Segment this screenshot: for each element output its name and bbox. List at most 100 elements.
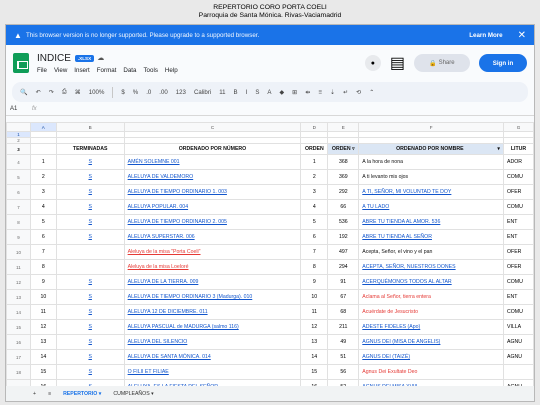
sign-in-button[interactable]: Sign in xyxy=(479,54,527,72)
terminada-cell[interactable]: S xyxy=(55,289,125,305)
order2-cell[interactable]: 66 xyxy=(327,199,360,215)
row-number-cell[interactable]: 2 xyxy=(29,169,57,185)
zoom-select[interactable]: 100% xyxy=(89,89,105,96)
row-header[interactable]: 11 xyxy=(6,259,31,275)
title-cell[interactable]: ALELUYA DE TIEMPO ORDINARIO 2. 005 xyxy=(123,214,302,230)
row-header[interactable]: 9 xyxy=(6,229,31,245)
order-cell[interactable]: 2 xyxy=(300,169,329,185)
select-all-corner[interactable] xyxy=(6,122,31,132)
name-cell[interactable]: ACERQUÉMONOS TODOS AL ALTAR xyxy=(358,274,504,290)
order2-cell[interactable]: 56 xyxy=(327,364,360,380)
order-cell[interactable]: 10 xyxy=(300,289,329,305)
name-cell[interactable]: A ti levanto mis ojos xyxy=(358,169,504,185)
liturgy-cell[interactable]: OFER xyxy=(503,244,534,260)
liturgy-cell[interactable]: OFER xyxy=(503,259,534,275)
align-icon[interactable]: ≡ xyxy=(318,89,322,96)
row-number-cell[interactable]: 4 xyxy=(29,199,57,215)
order-cell[interactable]: 13 xyxy=(300,334,329,350)
name-cell[interactable]: AGNUS DEI (MISA DE ANGELIS) xyxy=(358,334,504,350)
order-cell[interactable]: 4 xyxy=(300,199,329,215)
title-cell[interactable]: Aleluya de la misa "Porta Coeli" xyxy=(123,244,302,260)
order-cell[interactable]: 11 xyxy=(300,304,329,320)
menu-insert[interactable]: Insert xyxy=(74,67,89,74)
row-number-cell[interactable]: 5 xyxy=(29,214,57,230)
row-number-cell[interactable]: 3 xyxy=(29,184,57,200)
order-cell[interactable]: 3 xyxy=(300,184,329,200)
order2-cell[interactable]: 369 xyxy=(327,169,360,185)
order2-cell[interactable]: 368 xyxy=(327,154,360,170)
row-number-cell[interactable]: 7 xyxy=(29,244,57,260)
currency-button[interactable]: $ xyxy=(121,89,124,96)
row-header[interactable]: 18 xyxy=(6,364,31,380)
terminada-cell[interactable]: S xyxy=(55,304,125,320)
add-sheet-icon[interactable]: + xyxy=(33,391,36,397)
name-cell[interactable]: ACEPTA, SEÑOR, NUESTROS DONES xyxy=(358,259,504,275)
title-cell[interactable]: AMÉN SOLEMNE 001 xyxy=(123,154,302,170)
header-ordenado-por-nombre[interactable]: ORDENADO POR NOMBRE ▾ xyxy=(358,143,504,155)
row-header[interactable]: 7 xyxy=(6,199,31,215)
row-header[interactable]: 12 xyxy=(6,274,31,290)
order-cell[interactable]: 1 xyxy=(300,154,329,170)
terminada-cell[interactable]: S xyxy=(55,184,125,200)
bold-button[interactable]: B xyxy=(234,89,238,96)
print-icon[interactable]: ⎙ xyxy=(62,88,67,96)
row-header[interactable]: 10 xyxy=(6,244,31,260)
title-cell[interactable]: ALELUYA DE LA TIERRA. 009 xyxy=(123,274,302,290)
liturgy-cell[interactable]: ADOR xyxy=(503,154,534,170)
column-header-g[interactable]: G xyxy=(503,122,534,132)
terminada-cell[interactable]: S xyxy=(55,199,125,215)
row-header[interactable]: 13 xyxy=(6,289,31,305)
terminada-cell[interactable]: S xyxy=(55,319,125,335)
comment-icon[interactable]: ▤ xyxy=(390,53,405,73)
row-number-cell[interactable]: 15 xyxy=(29,364,57,380)
name-cell[interactable]: Agnus Dei Exultate Deo xyxy=(358,364,504,380)
close-icon[interactable]: ✕ xyxy=(518,30,526,41)
title-cell[interactable]: ALELUYA DE TIEMPO ORDINARIO 3 (Madurga).… xyxy=(123,289,302,305)
title-cell[interactable]: ALELUYA DE VALDEMORO xyxy=(123,169,302,185)
header-liturgia[interactable]: LITUR xyxy=(503,143,534,155)
name-cell[interactable]: ABRE TU TIENDA AL SEÑOR xyxy=(358,229,504,245)
title-cell[interactable]: ALELUYA DE SANTA MÓNICA. 014 xyxy=(123,349,302,365)
name-cell[interactable]: ADESTE FIDELES (Apo) xyxy=(358,319,504,335)
learn-more-link[interactable]: Learn More xyxy=(469,32,502,39)
title-cell[interactable]: ALELUYA DE TIEMPO ORDINARIO 1. 003 xyxy=(123,184,302,200)
borders-icon[interactable]: ⊞ xyxy=(292,89,297,96)
row-header[interactable]: 17 xyxy=(6,349,31,365)
column-header-c[interactable]: C xyxy=(123,122,302,132)
row-number-cell[interactable]: 9 xyxy=(29,274,57,290)
all-sheets-icon[interactable]: ≡ xyxy=(48,391,51,397)
row-header[interactable]: 16 xyxy=(6,334,31,350)
menu-tools[interactable]: Tools xyxy=(143,67,157,74)
search-icon[interactable]: 🔍 xyxy=(20,89,28,96)
header-orden[interactable]: ORDEN xyxy=(300,143,329,155)
liturgy-cell[interactable]: COMU xyxy=(503,304,534,320)
terminada-cell[interactable]: S xyxy=(55,169,125,185)
order2-cell[interactable]: 292 xyxy=(327,184,360,200)
liturgy-cell[interactable]: COMU xyxy=(503,274,534,290)
order2-cell[interactable]: 91 xyxy=(327,274,360,290)
title-cell[interactable]: ALELUYA SUPERSTAR. 006 xyxy=(123,229,302,245)
title-cell[interactable]: Aleluya de la misa Loeloré xyxy=(123,259,302,275)
menu-format[interactable]: Format xyxy=(97,67,117,74)
increase-decimal-button[interactable]: .00 xyxy=(159,89,167,96)
font-size-input[interactable]: 11 xyxy=(219,89,225,96)
row-header[interactable]: 8 xyxy=(6,214,31,230)
liturgy-cell[interactable] xyxy=(503,364,534,380)
liturgy-cell[interactable]: AGNU xyxy=(503,349,534,365)
terminada-cell[interactable]: S xyxy=(55,154,125,170)
order2-cell[interactable]: 68 xyxy=(327,304,360,320)
name-cell[interactable]: A TU LADO xyxy=(358,199,504,215)
strike-button[interactable]: S xyxy=(255,89,259,96)
terminada-cell[interactable]: S xyxy=(55,349,125,365)
row-header[interactable]: 14 xyxy=(6,304,31,320)
menu-view[interactable]: View xyxy=(54,67,67,74)
name-box[interactable]: A1 xyxy=(6,106,32,112)
name-cell[interactable]: Aclama al Señor, tierra entera xyxy=(358,289,504,305)
header-terminadas[interactable]: TERMINADAS xyxy=(55,143,125,155)
chevron-down-icon[interactable]: ▾ xyxy=(99,391,102,397)
terminada-cell[interactable]: S xyxy=(55,214,125,230)
row-header[interactable]: 4 xyxy=(6,154,31,170)
menu-data[interactable]: Data xyxy=(123,67,136,74)
row-header[interactable]: 6 xyxy=(6,184,31,200)
paint-format-icon[interactable]: ⌘ xyxy=(75,89,81,96)
